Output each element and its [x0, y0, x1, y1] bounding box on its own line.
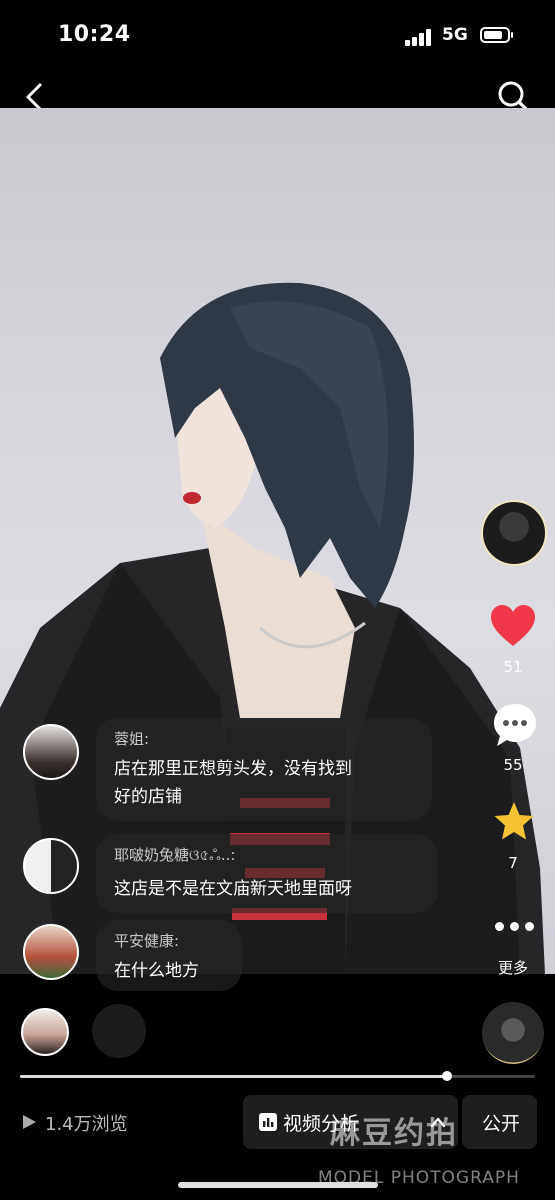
view-count: 1.4万浏览 — [45, 1114, 128, 1135]
progress-knob[interactable] — [442, 1071, 452, 1081]
watermark-logo: 麻豆约拍 — [330, 1116, 458, 1151]
home-indicator — [178, 1182, 378, 1188]
battery-icon — [480, 27, 513, 43]
like-icon[interactable] — [490, 604, 536, 648]
more-icon[interactable] — [492, 916, 537, 935]
comment-avatar-2[interactable] — [23, 838, 79, 894]
like-count: 51 — [503, 658, 523, 676]
signal-icon — [405, 28, 435, 46]
play-small-icon — [23, 1115, 36, 1129]
comment-user-2: 耶啵奶兔糖ଓ৫ஃ..: — [114, 846, 236, 864]
comment-text-1a: 店在那里正想剪头发，没有找到 — [114, 759, 352, 779]
empty-avatar-slot[interactable] — [92, 1004, 146, 1058]
comment-text-3: 在什么地方 — [114, 961, 199, 981]
author-avatar[interactable] — [481, 500, 547, 566]
status-time: 10:24 — [58, 22, 131, 47]
comment-count: 55 — [503, 756, 523, 774]
more-label[interactable]: 更多 — [483, 957, 543, 978]
favorite-count: 7 — [508, 854, 518, 872]
comment-icon[interactable] — [492, 702, 538, 748]
progress-fill — [20, 1075, 447, 1078]
comment-user-3: 平安健康: — [114, 932, 180, 950]
network-type: 5G — [442, 25, 468, 45]
comment-bubble-1: 蓉姐: 店在那里正想剪头发，没有找到 好的店铺 — [96, 718, 432, 821]
comment-text-2: 这店是不是在文庙新天地里面呀 — [114, 879, 352, 899]
comment-user-1: 蓉姐: — [114, 730, 150, 748]
public-label: 公开 — [482, 1113, 521, 1135]
comment-bubble-3: 平安健康: 在什么地方 — [96, 920, 242, 991]
comment-text-1b: 好的店铺 — [114, 787, 182, 807]
my-avatar[interactable] — [21, 1008, 69, 1056]
comment-bubble-2: 耶啵奶兔糖ଓ৫ஃ..: 这店是不是在文庙新天地里面呀 — [96, 834, 438, 913]
analysis-chart-icon — [259, 1113, 277, 1131]
comment-avatar-3[interactable] — [23, 924, 79, 980]
favorite-star-icon[interactable] — [492, 800, 536, 844]
public-button[interactable]: 公开 — [462, 1095, 537, 1149]
music-disc-avatar[interactable] — [482, 1002, 544, 1064]
comment-avatar-1[interactable] — [23, 724, 79, 780]
